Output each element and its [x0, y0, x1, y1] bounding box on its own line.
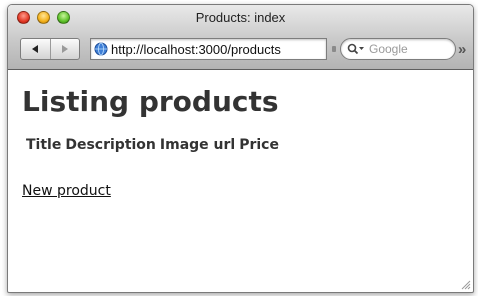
page-content: Listing products Title Description Image… [8, 70, 473, 292]
window-title: Products: index [195, 10, 286, 25]
globe-icon [94, 42, 108, 56]
overflow-chevron-icon[interactable]: » [458, 41, 466, 58]
nav-buttons [20, 38, 80, 60]
column-header-title: Title [26, 137, 62, 153]
forward-button[interactable] [49, 39, 80, 59]
browser-window: Products: index http://localhost:3000/pr… [7, 4, 474, 293]
search-icon [347, 43, 364, 55]
back-button[interactable] [21, 39, 50, 59]
forward-arrow-icon [61, 45, 68, 53]
table-header-row: Title Description Image url Price [26, 137, 279, 153]
back-arrow-icon [32, 45, 39, 53]
column-header-description: Description [65, 137, 156, 153]
url-text: http://localhost:3000/products [111, 41, 281, 57]
page-title: Listing products [22, 85, 279, 118]
column-header-image-url: Image url [159, 137, 236, 153]
browser-toolbar: Products: index http://localhost:3000/pr… [8, 5, 473, 70]
search-field[interactable]: Google [340, 38, 456, 60]
search-placeholder: Google [369, 42, 408, 56]
reload-icon[interactable] [329, 38, 338, 60]
address-bar[interactable]: http://localhost:3000/products [90, 38, 327, 60]
new-product-link[interactable]: New product [22, 183, 111, 199]
column-header-price: Price [239, 137, 279, 153]
resize-grip-icon[interactable] [459, 278, 471, 290]
